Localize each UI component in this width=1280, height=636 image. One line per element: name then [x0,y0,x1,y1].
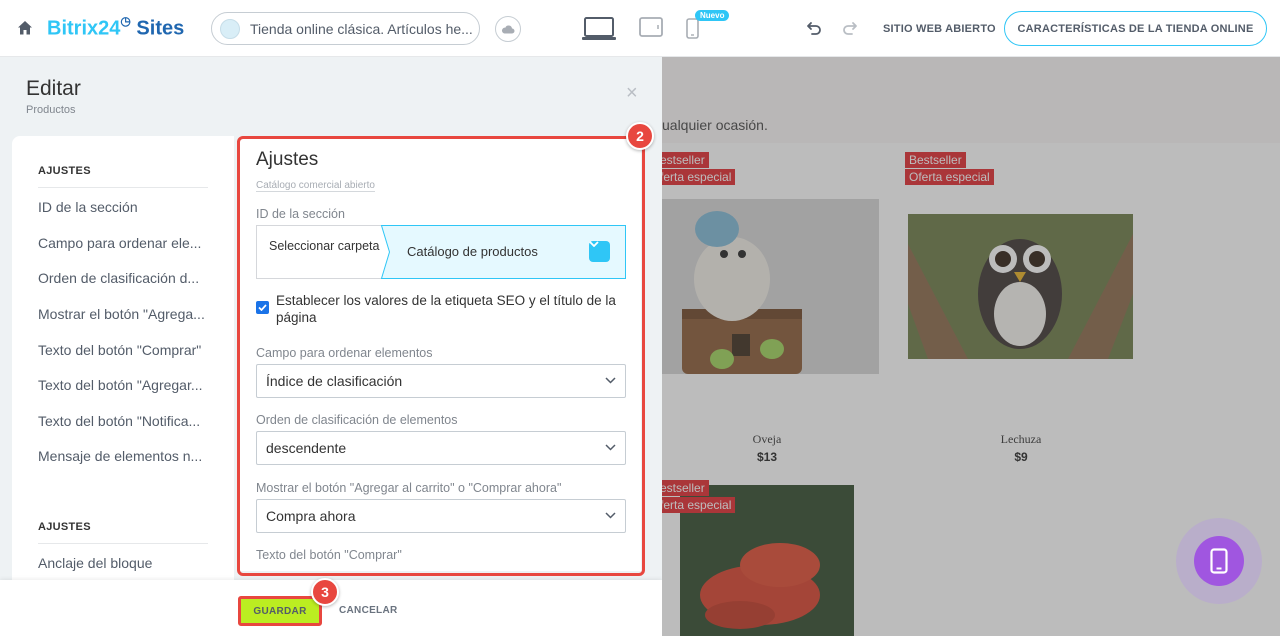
sidebar-section-title: AJUSTES [38,521,91,533]
tag-bestseller: Bestseller [905,152,966,168]
tag-bestseller: estseller [662,152,709,168]
sidebar-item-show-button[interactable]: Mostrar el botón "Agrega... [38,306,208,322]
cancel-button[interactable]: CANCELAR [339,605,398,616]
mobile-preview-button[interactable] [1176,518,1262,604]
sidebar-item-sort-field[interactable]: Campo para ordenar ele... [38,235,208,251]
highlight-frame [237,136,645,576]
product-price: $9 [1014,450,1028,464]
preview-intro-text: ualquier ocasión. [662,117,768,133]
tag-special-offer: Oferta especial [905,169,994,185]
save-button[interactable]: GUARDAR [238,596,322,626]
product-price: $13 [756,450,778,464]
panel-subtitle: Productos [26,104,76,116]
close-icon[interactable]: × [626,82,638,105]
product-image-sheep[interactable] [662,199,879,374]
clock-icon: ◷ [120,14,131,28]
product-image-owl[interactable] [908,214,1133,359]
owl-toy-image [908,214,1133,359]
sidebar-section-title: AJUSTES [38,165,91,177]
tag-bestseller: estseller [662,480,709,496]
sidebar-item-sort-order[interactable]: Orden de clasificación d... [38,270,208,286]
sheep-toy-image [662,199,879,374]
cloud-button[interactable] [495,16,521,42]
brand-product: Sites [136,17,185,40]
sidebar-item-section-id[interactable]: ID de la sección [38,199,208,215]
step-marker: 3 [311,578,339,606]
sidebar-item-add-text[interactable]: Texto del botón "Agregar... [38,377,208,393]
site-selector[interactable]: Tienda online clásica. Artículos he... [211,12,480,45]
tablet-icon[interactable] [639,17,663,37]
site-name: Tienda online clásica. Artículos he... [250,20,473,37]
site-thumbnail-icon [220,18,240,39]
brand-name: Bitrix24 [47,17,121,40]
divider [38,187,208,188]
product-name[interactable]: Oveja [707,432,827,447]
open-site-link[interactable]: SITIO WEB ABIERTO [883,23,996,35]
tag-special-offer: ferta especial [662,169,736,185]
brand-logo[interactable]: Bitrix24◷ Sites [47,14,185,41]
mobile-preview-inner [1194,536,1244,586]
step-marker: 2 [626,122,654,150]
sidebar-item-buy-text[interactable]: Texto del botón "Comprar" [38,342,208,358]
settings-sidebar: AJUSTES ID de la sección Campo para orde… [12,136,234,582]
redo-icon[interactable] [842,20,858,36]
top-bar: Bitrix24◷ Sites Tienda online clásica. A… [0,0,1280,57]
sidebar-item-anchor[interactable]: Anclaje del bloque [38,555,208,571]
tag-special-offer: ferta especial [662,497,736,513]
cloud-icon [501,25,515,34]
divider [38,543,208,544]
smartphone-icon [1210,548,1228,574]
new-badge: Nuevo [695,10,730,21]
desktop-icon[interactable] [582,17,616,41]
sidebar-item-empty-message[interactable]: Mensaje de elementos n... [38,448,208,464]
mobile-icon[interactable] [686,18,699,39]
product-name[interactable]: Lechuza [961,432,1081,447]
panel-title: Editar [26,77,81,100]
undo-icon[interactable] [806,20,822,36]
store-features-button[interactable]: CARACTERÍSTICAS DE LA TIENDA ONLINE [1004,11,1267,46]
home-icon[interactable] [17,20,33,36]
sidebar-item-notify-text[interactable]: Texto del botón "Notifica... [38,413,208,429]
